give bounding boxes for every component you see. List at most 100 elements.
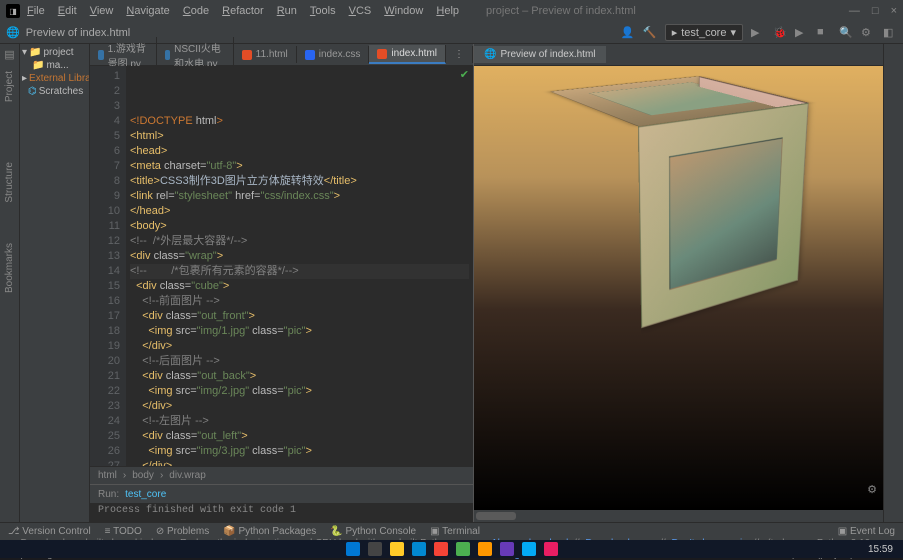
code-line[interactable]: <!--前面图片 --> xyxy=(130,294,469,309)
editor-tab[interactable]: 11.html xyxy=(234,46,297,63)
app-icon[interactable] xyxy=(456,542,470,556)
taskbar-clock[interactable]: 15:59 xyxy=(868,544,893,555)
app-icon[interactable] xyxy=(434,542,448,556)
menu-tools[interactable]: Tools xyxy=(305,3,341,19)
menu-navigate[interactable]: Navigate xyxy=(121,3,174,19)
app-icon[interactable] xyxy=(522,542,536,556)
left-tool-stripe: ▤ Project Structure Bookmarks xyxy=(0,44,20,522)
code-line[interactable]: <img src="img/3.jpg" class="pic"> xyxy=(130,444,469,459)
run-button[interactable]: ▶ xyxy=(751,26,765,40)
code-line[interactable]: </div> xyxy=(130,399,469,414)
panel-icon[interactable]: ◧ xyxy=(883,26,897,40)
toolwin-problems[interactable]: ⊘ Problems xyxy=(156,526,209,537)
menu-view[interactable]: View xyxy=(85,3,119,19)
breadcrumb-item[interactable]: div.wrap xyxy=(169,470,206,481)
toolwin-python-console[interactable]: 🐍 Python Console xyxy=(330,526,416,537)
breadcrumb[interactable]: html›body›div.wrap xyxy=(90,466,473,484)
windows-taskbar[interactable]: 15:59 xyxy=(0,540,903,558)
toolwin-todo[interactable]: ≡ TODO xyxy=(105,526,142,537)
breadcrumb-item[interactable]: html xyxy=(98,470,117,481)
code-line[interactable]: <!-- /*包裹所有元素的容器*/--> xyxy=(130,264,469,279)
task-icon[interactable] xyxy=(368,542,382,556)
run-config-name[interactable]: test_core xyxy=(125,489,166,500)
menu-edit[interactable]: Edit xyxy=(53,3,82,19)
minimize-button[interactable]: — xyxy=(849,5,860,17)
cube-face-front xyxy=(638,103,809,329)
code-line[interactable]: <div class="cube"> xyxy=(130,279,469,294)
run-tool-window: Run: test_core Process finished with exi… xyxy=(90,484,473,522)
toolwin-terminal[interactable]: ▣ Terminal xyxy=(430,526,480,537)
code-line[interactable]: <title>CSS3制作3D图片立方体旋转特效</title> xyxy=(130,174,469,189)
structure-tool-label[interactable]: Structure xyxy=(4,162,15,203)
debug-button[interactable]: 🐞 xyxy=(773,26,787,40)
code-line[interactable]: </head> xyxy=(130,204,469,219)
code-line[interactable]: </div> xyxy=(130,459,469,466)
menu-help[interactable]: Help xyxy=(431,3,464,19)
breadcrumb-item[interactable]: body xyxy=(132,470,154,481)
code-line[interactable]: <head> xyxy=(130,144,469,159)
py-file-icon xyxy=(165,50,171,60)
preview-settings-icon[interactable]: ⚙ xyxy=(867,483,877,496)
close-button[interactable]: × xyxy=(891,5,897,17)
menu-file[interactable]: File xyxy=(22,3,50,19)
code-line[interactable]: <link rel="stylesheet" href="css/index.c… xyxy=(130,189,469,204)
app-icon[interactable] xyxy=(478,542,492,556)
app-icon[interactable] xyxy=(500,542,514,556)
project-tree[interactable]: ▾📁project 📁ma... ▸External Libraries ⌬Sc… xyxy=(20,44,90,522)
tabs-more-icon[interactable]: ⋮ xyxy=(446,46,473,63)
code-line[interactable]: <div class="out_back"> xyxy=(130,369,469,384)
code-content[interactable]: ✔ <!DOCTYPE html><html><head><meta chars… xyxy=(126,66,473,466)
toolwin-python-packages[interactable]: 📦 Python Packages xyxy=(223,526,316,537)
app-icon[interactable] xyxy=(544,542,558,556)
toolwin-version-control[interactable]: ⎇ Version Control xyxy=(8,526,91,537)
user-icon[interactable]: 👤 xyxy=(621,26,635,40)
html-file-icon xyxy=(377,49,387,59)
project-tool-label[interactable]: Project xyxy=(4,71,15,102)
search-icon[interactable]: 🔍 xyxy=(839,26,853,40)
run-config-selector[interactable]: ▸ test_core ▾ xyxy=(665,24,743,41)
code-line[interactable]: <!-- /*外层最大容器*/--> xyxy=(130,234,469,249)
tree-item[interactable]: Scratches xyxy=(39,86,83,97)
menu-refactor[interactable]: Refactor xyxy=(217,3,269,19)
code-line[interactable]: <div class="out_front"> xyxy=(130,309,469,324)
menu-window[interactable]: Window xyxy=(379,3,428,19)
code-line[interactable]: </div> xyxy=(130,339,469,354)
edge-icon[interactable] xyxy=(412,542,426,556)
project-root[interactable]: project xyxy=(43,47,73,58)
menu-run[interactable]: Run xyxy=(272,3,302,19)
code-editor[interactable]: 1234567891011121314151617181920212223242… xyxy=(90,66,473,466)
bookmarks-tool-label[interactable]: Bookmarks xyxy=(4,243,15,293)
event-log-button[interactable]: ▣ Event Log xyxy=(838,526,895,537)
code-line[interactable]: <!--左图片 --> xyxy=(130,414,469,429)
preview-hscrollbar[interactable] xyxy=(474,510,883,522)
code-line[interactable]: <div class="wrap"> xyxy=(130,249,469,264)
start-icon[interactable] xyxy=(346,542,360,556)
editor-tab[interactable]: index.html xyxy=(369,45,446,64)
code-line[interactable]: <div class="out_left"> xyxy=(130,429,469,444)
preview-viewport[interactable]: ⚙ xyxy=(474,66,883,510)
code-line[interactable]: <!--后面图片 --> xyxy=(130,354,469,369)
tree-item[interactable]: External Libraries xyxy=(29,73,90,84)
hammer-icon[interactable]: 🔨 xyxy=(643,26,657,40)
code-line[interactable]: <html> xyxy=(130,129,469,144)
code-line[interactable]: <img src="img/1.jpg" class="pic"> xyxy=(130,324,469,339)
right-tool-stripe xyxy=(883,44,903,522)
settings-icon[interactable]: ⚙ xyxy=(861,26,875,40)
code-line[interactable]: <img src="img/2.jpg" class="pic"> xyxy=(130,384,469,399)
ide-logo-icon: ◨ xyxy=(6,4,20,18)
coverage-button[interactable]: ▶ xyxy=(795,26,809,40)
menu-vcs[interactable]: VCS xyxy=(344,3,377,19)
code-line[interactable]: <meta charset="utf-8"> xyxy=(130,159,469,174)
explorer-icon[interactable] xyxy=(390,542,404,556)
menu-code[interactable]: Code xyxy=(178,3,214,19)
css-file-icon xyxy=(305,50,315,60)
window-title: project – Preview of index.html xyxy=(486,5,636,17)
preview-tab[interactable]: 🌐 Preview of index.html xyxy=(474,46,606,63)
project-tool-icon[interactable]: ▤ xyxy=(4,48,14,61)
tree-item[interactable]: ma... xyxy=(46,60,68,71)
code-line[interactable]: <body> xyxy=(130,219,469,234)
maximize-button[interactable]: □ xyxy=(872,5,879,17)
code-line[interactable]: <!DOCTYPE html> xyxy=(130,114,469,129)
editor-tab[interactable]: index.css xyxy=(297,46,370,63)
stop-button[interactable]: ■ xyxy=(817,26,831,40)
